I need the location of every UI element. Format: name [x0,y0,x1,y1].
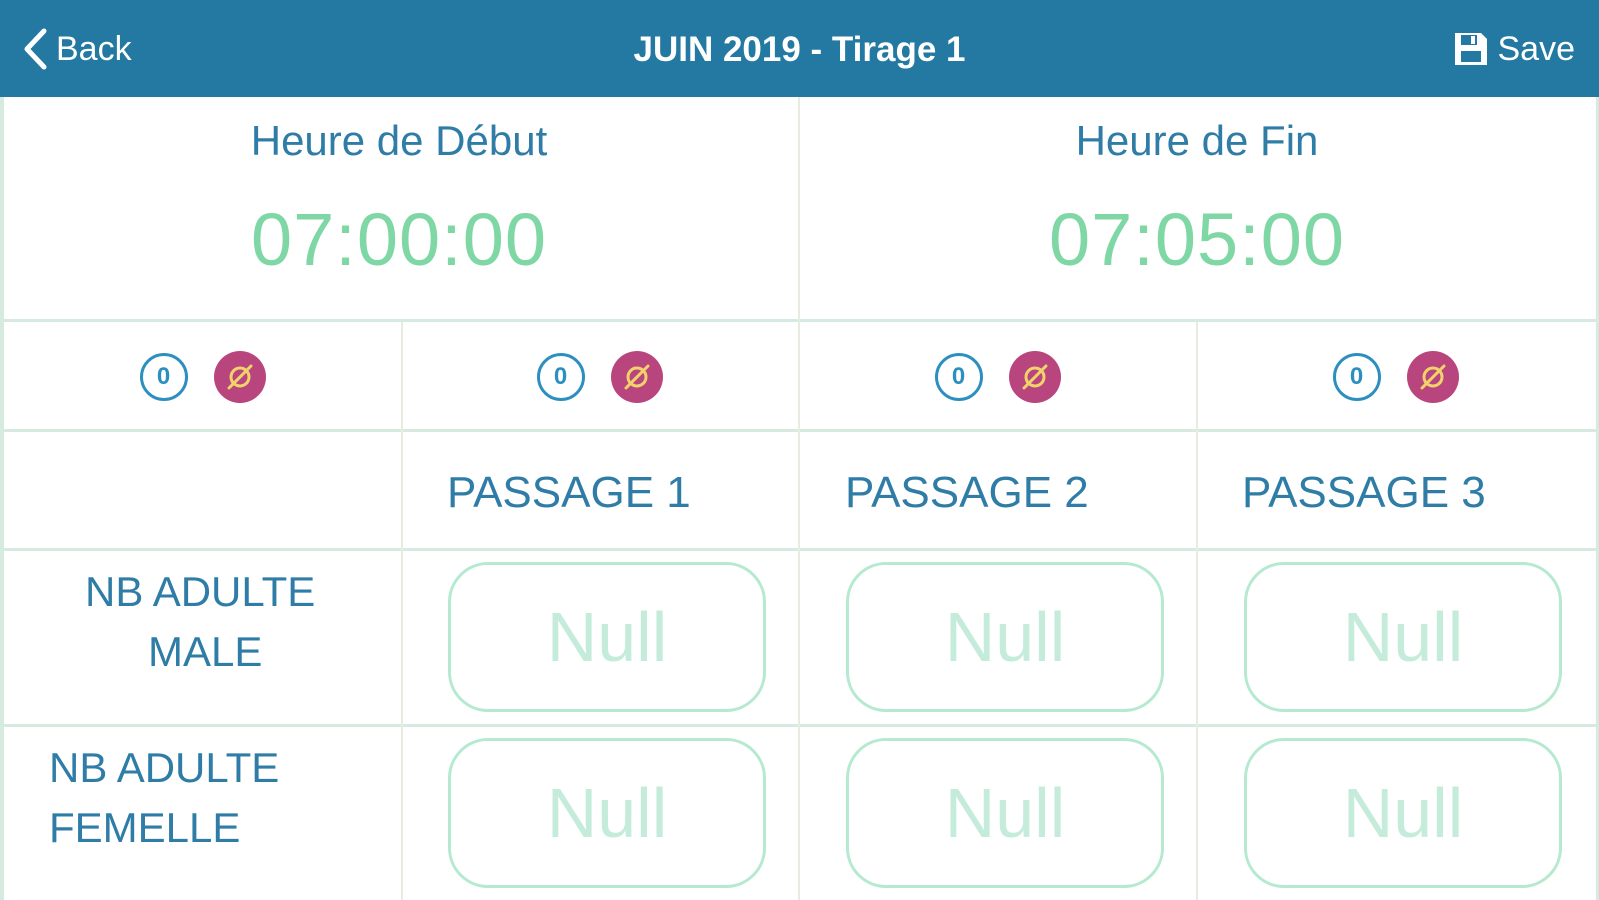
set-zero-icon[interactable]: 0 [536,353,585,401]
form-grid: Heure de Début 07:00:00 Heure de Fin 07:… [0,97,1599,900]
column-actions: 0 [1197,322,1594,432]
set-zero-icon[interactable]: 0 [139,353,188,401]
row-label-nb-adulte-femelle: NB ADULTE FEMELLE [49,738,446,858]
row-label-line: NB ADULTE [49,744,280,791]
page-title: JUIN 2019 - Tirage 1 [633,30,966,69]
floppy-disk-icon [1454,33,1487,65]
row-label-line: MALE [148,628,263,675]
empty-set-icon [1420,364,1445,390]
passage-header: PASSAGE 2 [845,468,1089,517]
count-input[interactable]: Null [448,738,766,888]
save-button[interactable]: Save [1452,26,1576,72]
start-time-block[interactable]: Heure de Début 07:00:00 [0,97,798,322]
empty-set-icon [1022,364,1047,390]
chevron-left-icon [24,28,47,70]
back-label: Back [56,29,132,68]
passage-header: PASSAGE 3 [1242,468,1486,517]
start-time-value[interactable]: 07:00:00 [0,197,798,282]
row-label-line: NB ADULTE [85,568,316,615]
count-input[interactable]: Null [448,562,766,712]
back-button[interactable]: Back [22,26,132,72]
end-time-block[interactable]: Heure de Fin 07:05:00 [798,97,1596,322]
set-null-icon[interactable] [1008,351,1061,403]
column-actions: 0 [401,322,798,432]
set-null-icon[interactable] [213,351,266,403]
row-label-line: FEMELLE [49,804,241,851]
passage-header: PASSAGE 1 [447,468,691,517]
empty-set-icon [227,364,252,390]
count-input[interactable]: Null [1244,562,1562,712]
empty-set-icon [624,364,649,390]
navigation-bar: Back JUIN 2019 - Tirage 1 Save [0,0,1599,97]
save-label: Save [1497,29,1576,68]
set-zero-icon[interactable]: 0 [934,353,983,401]
row-label-nb-adulte-male: NB ADULTE MALE [85,562,482,682]
end-time-value[interactable]: 07:05:00 [798,197,1596,282]
column-actions: 0 [799,322,1196,432]
set-null-icon[interactable] [610,351,663,403]
column-actions: 0 [4,322,401,432]
count-input[interactable]: Null [846,738,1164,888]
set-zero-icon[interactable]: 0 [1332,353,1381,401]
end-time-label: Heure de Fin [1075,117,1319,164]
set-null-icon[interactable] [1406,351,1459,403]
count-input[interactable]: Null [1244,738,1562,888]
start-time-label: Heure de Début [250,117,548,164]
count-input[interactable]: Null [846,562,1164,712]
